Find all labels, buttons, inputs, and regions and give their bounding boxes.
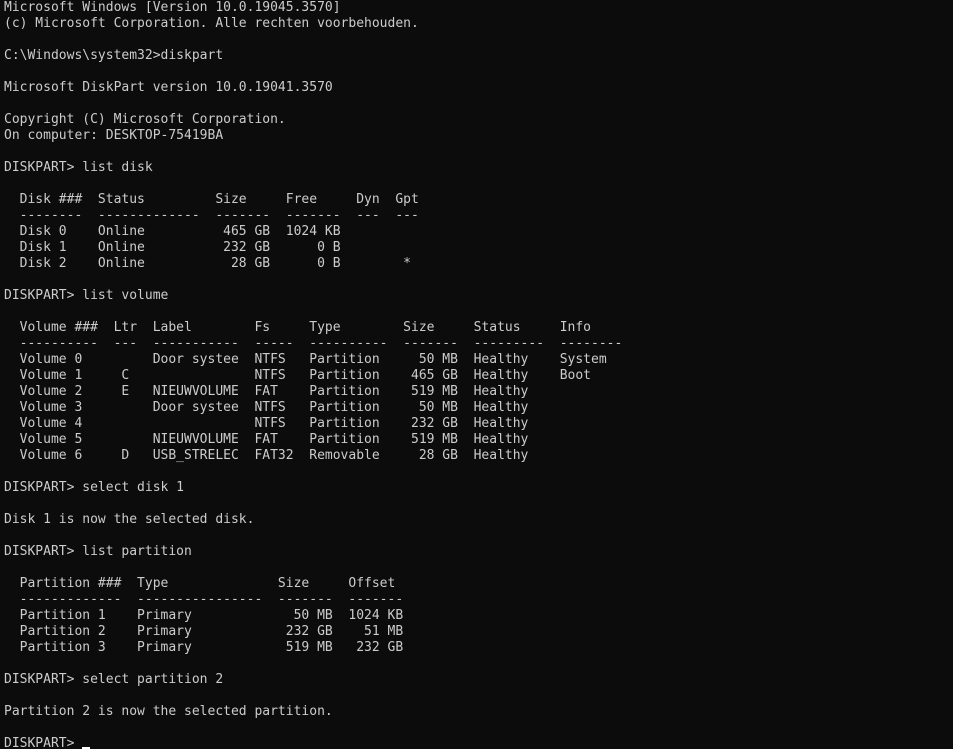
console-line: Volume 0 Door systee NTFS Partition 50 M… (4, 352, 607, 367)
console-line: (c) Microsoft Corporation. Alle rechten … (4, 16, 419, 31)
console-line: Disk 1 Online 232 GB 0 B (4, 240, 341, 255)
console-line: Volume 2 E NIEUWVOLUME FAT Partition 519… (4, 384, 529, 399)
console-line: Partition 1 Primary 50 MB 1024 KB (4, 608, 404, 623)
console-line: Microsoft Windows [Version 10.0.19045.35… (4, 0, 341, 15)
console-line: ------------- ---------------- ------- -… (4, 592, 404, 607)
console-line: Partition 2 Primary 232 GB 51 MB (4, 624, 404, 639)
console-line: Volume 3 Door systee NTFS Partition 50 M… (4, 400, 529, 415)
console-line: Partition 3 Primary 519 MB 232 GB (4, 640, 404, 655)
console-line: DISKPART> list disk (4, 160, 153, 175)
console-line: C:\Windows\system32>diskpart (4, 48, 224, 63)
console-line: Volume ### Ltr Label Fs Type Size Status… (4, 320, 591, 335)
console-line: Microsoft DiskPart version 10.0.19041.35… (4, 80, 333, 95)
console-line: ---------- --- ----------- ----- -------… (4, 336, 623, 351)
prompt-line[interactable]: DISKPART> (4, 736, 953, 749)
prompt-text: DISKPART> (4, 736, 83, 749)
console-line: Volume 1 C NTFS Partition 465 GB Healthy… (4, 368, 591, 383)
console-line: DISKPART> select disk 1 (4, 480, 185, 495)
console-line: Partition 2 is now the selected partitio… (4, 704, 333, 719)
console-line: Disk ### Status Size Free Dyn Gpt (4, 192, 419, 207)
console-line: DISKPART> select partition 2 (4, 672, 224, 687)
console-line: Volume 6 D USB_STRELEC FAT32 Removable 2… (4, 448, 529, 463)
console-line: DISKPART> list volume (4, 288, 169, 303)
console-line: Disk 1 is now the selected disk. (4, 512, 255, 527)
console-window[interactable]: Microsoft Windows [Version 10.0.19045.35… (0, 0, 953, 749)
console-line: Partition ### Type Size Offset (4, 576, 396, 591)
console-line: -------- ------------- ------- ------- -… (4, 208, 419, 223)
console-line: Volume 5 NIEUWVOLUME FAT Partition 519 M… (4, 432, 529, 447)
console-output: Microsoft Windows [Version 10.0.19045.35… (4, 0, 953, 736)
console-line: Disk 2 Online 28 GB 0 B * (4, 256, 411, 271)
console-line: Copyright (C) Microsoft Corporation. (4, 112, 286, 127)
console-line: Disk 0 Online 465 GB 1024 KB (4, 224, 341, 239)
console-line: DISKPART> list partition (4, 544, 192, 559)
console-line: Volume 4 NTFS Partition 232 GB Healthy (4, 416, 529, 431)
console-line: On computer: DESKTOP-75419BA (4, 128, 224, 143)
